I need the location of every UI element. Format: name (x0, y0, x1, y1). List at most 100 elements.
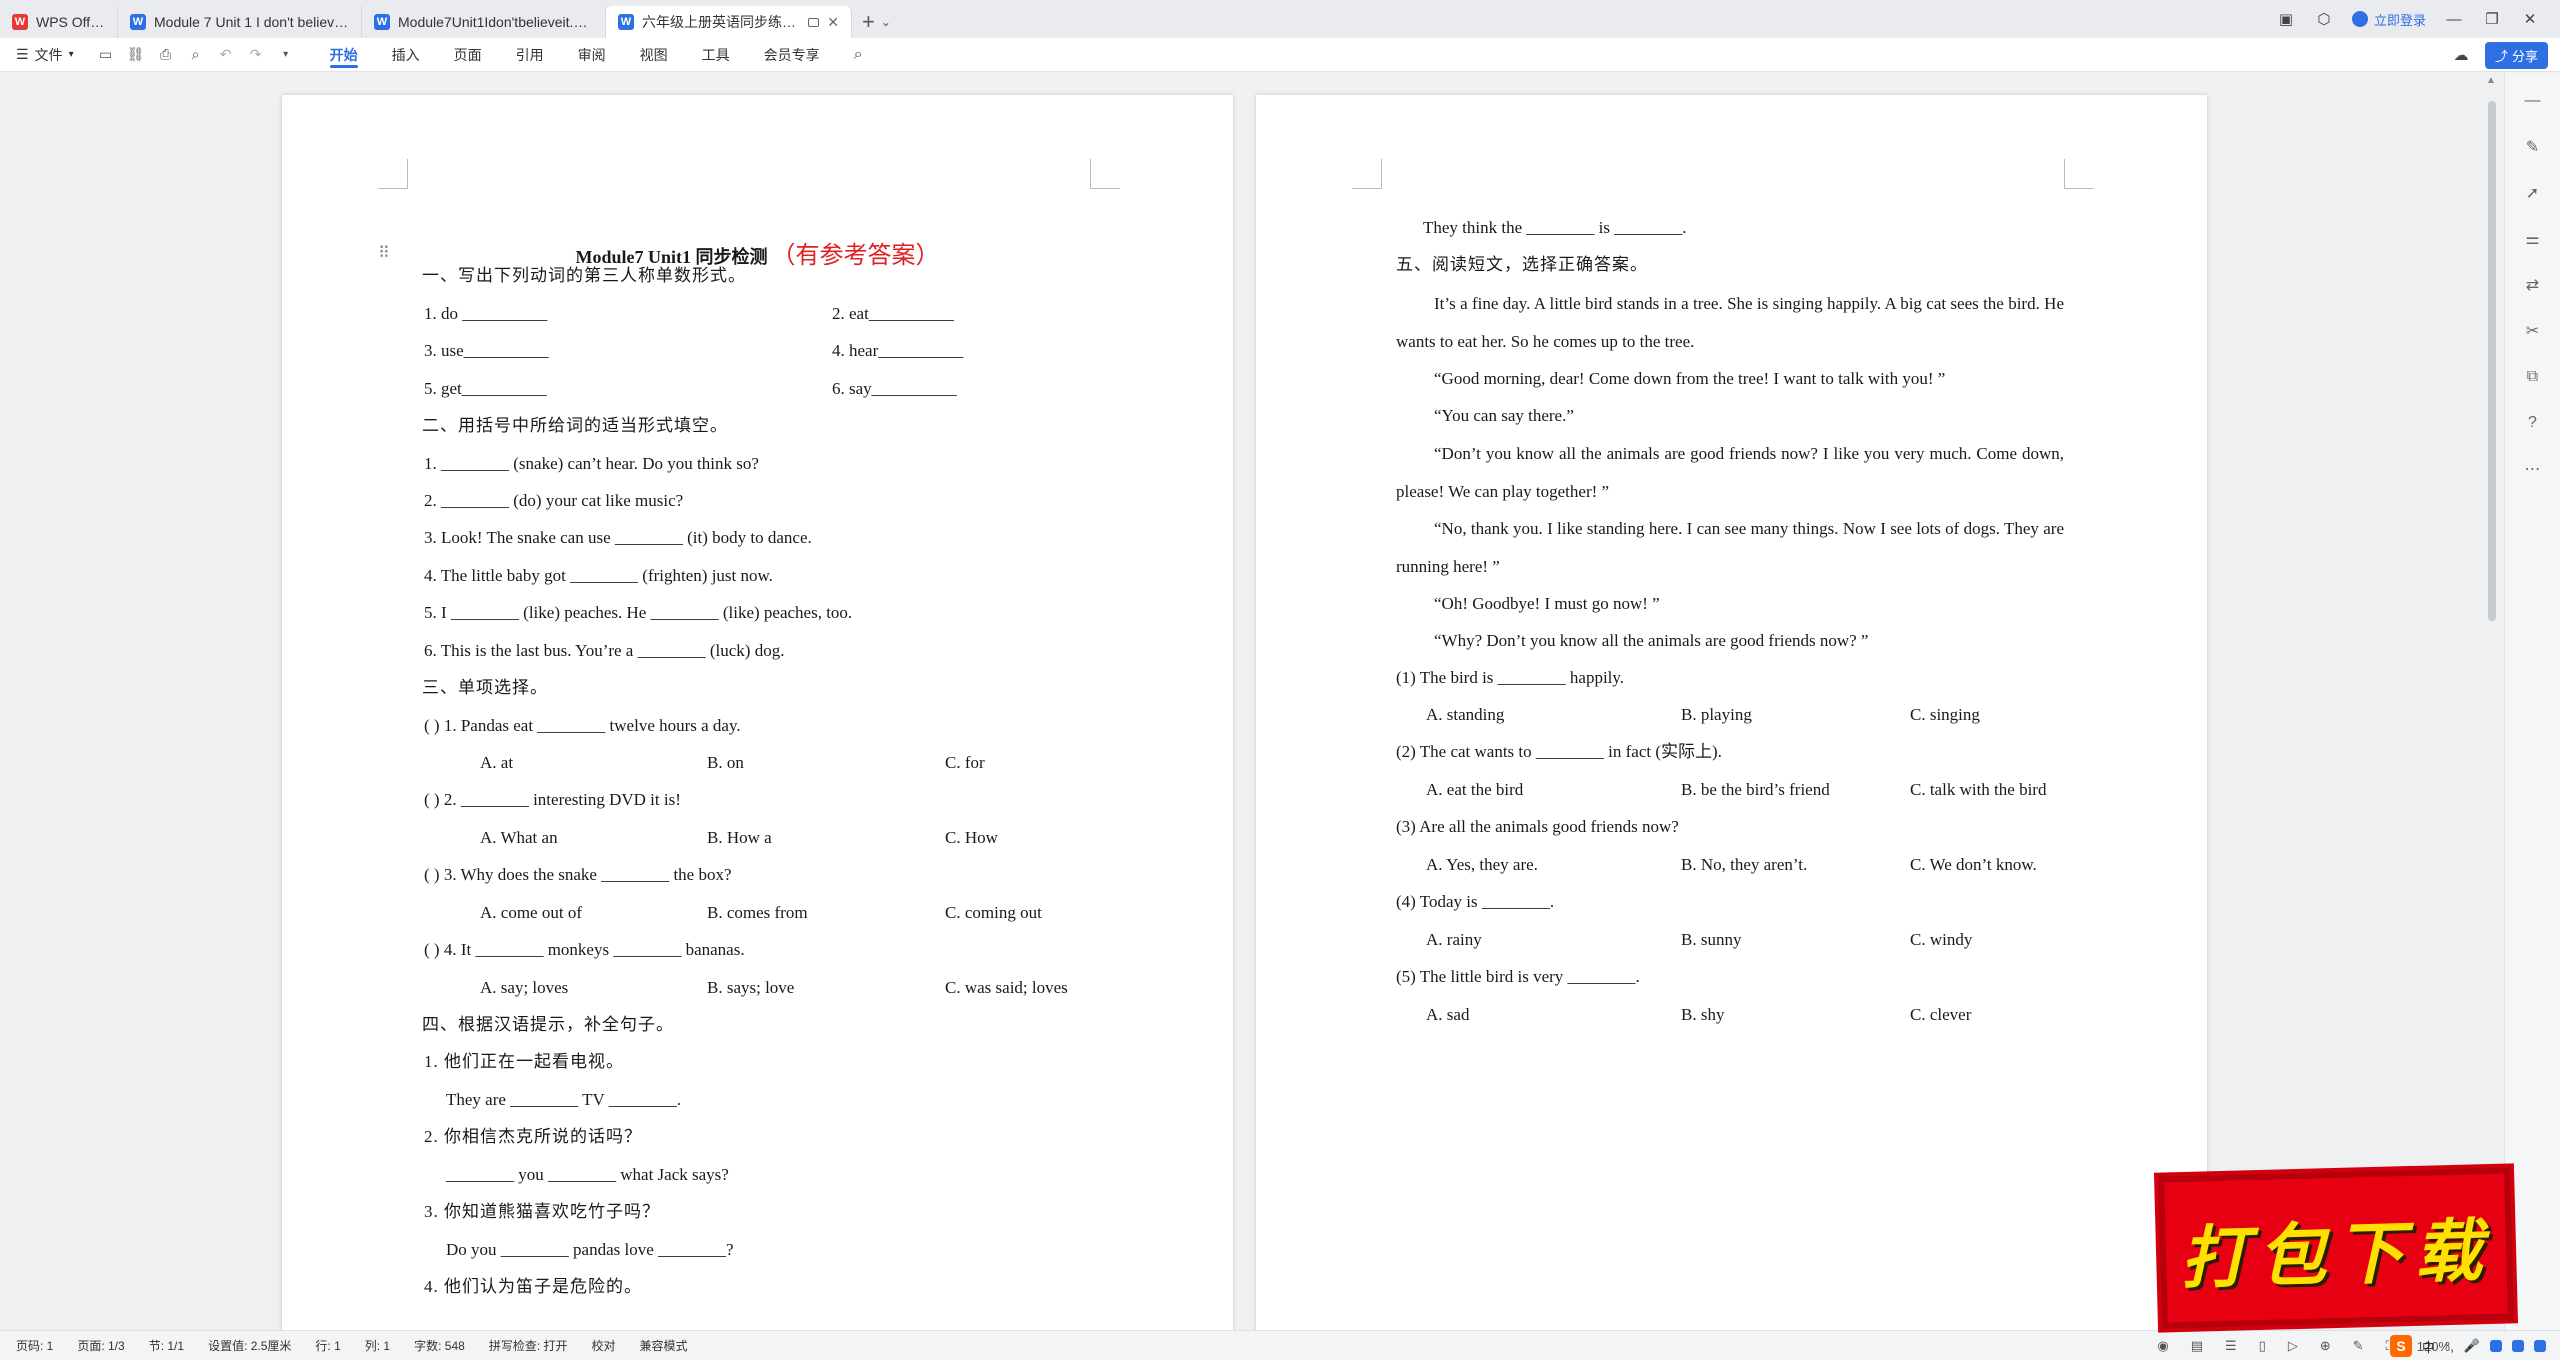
skin-icon[interactable] (2512, 1340, 2524, 1352)
verb-item: 4. hear__________ (832, 341, 964, 360)
new-tab-button[interactable]: + (862, 6, 875, 38)
word-doc-icon: W (618, 14, 634, 30)
wps-logo-icon: W (12, 14, 28, 30)
word-count[interactable]: 字数: 548 (414, 1337, 465, 1354)
verb-item: 6. say__________ (832, 379, 957, 398)
cloud-icon[interactable]: ☁ (2451, 45, 2471, 65)
reading-option: C. clever (1910, 1005, 1972, 1024)
mc-question: ( ) 4. It ________ monkeys ________ bana… (424, 940, 745, 959)
close-window-icon[interactable]: ✕ (2520, 9, 2540, 29)
help-icon[interactable]: ? (2521, 411, 2545, 435)
reading-option: A. sad (1426, 1005, 1470, 1024)
ime-chinese-mode[interactable]: 中 (2422, 1337, 2435, 1356)
vertical-scrollbar[interactable]: ▲ (2480, 73, 2504, 1330)
file-menu-button[interactable]: ☰ 文件 ▾ (16, 45, 74, 65)
tab-document-1[interactable]: W Module 7 Unit 1 I don't believe it (118, 6, 362, 38)
minimize-icon[interactable]: — (2444, 9, 2464, 29)
proofread-button[interactable]: 校对 (591, 1337, 615, 1354)
chevron-down-icon[interactable]: ⌄ (881, 6, 891, 38)
web-view-icon[interactable]: ⊕ (2320, 1338, 2331, 1354)
document-page-1[interactable]: ⠿ Module7 Unit1 同步检测 （有参考答案） 一、写出下列动词的第三人… (282, 95, 1233, 1330)
setting-value[interactable]: 设置值: 2.5厘米 (208, 1337, 291, 1354)
section-heading: 四、根据汉语提示，补全句子。 (422, 1015, 674, 1034)
monitor-icon[interactable] (808, 17, 820, 27)
page-number[interactable]: 页码: 1 (16, 1337, 53, 1354)
menu-tab[interactable]: 会员专享 (764, 38, 820, 72)
margin-mark (378, 159, 408, 189)
reading-option: C. singing (1910, 705, 1980, 724)
menu-tab[interactable]: 引用 (516, 38, 544, 72)
page-count[interactable]: 页面: 1/3 (77, 1337, 124, 1354)
translation-prompt: 2. 你相信杰克所说的话吗？ (424, 1127, 642, 1146)
print-icon[interactable]: ⎙ (158, 46, 174, 63)
translate-icon[interactable]: ⇄ (2521, 273, 2545, 297)
download-banner-text: 打包下载 (2179, 1210, 2494, 1299)
save-icon[interactable]: ▭ (98, 46, 114, 63)
close-icon[interactable]: ✕ (827, 14, 839, 31)
microphone-icon[interactable]: 🎤 (2464, 1338, 2480, 1354)
passage-paragraph: “Oh! Goodbye! I must go now! ” (1434, 594, 1660, 613)
link-icon[interactable]: ⛓ (127, 46, 145, 63)
more-icon[interactable]: ⋯ (2521, 457, 2545, 481)
redo-icon[interactable]: ↷ (248, 46, 264, 63)
page-view-icon[interactable]: ▤ (2191, 1338, 2203, 1354)
translation-answer: They are ________ TV ________. (446, 1090, 681, 1109)
tools-icon[interactable]: ✂ (2521, 319, 2545, 343)
search-icon[interactable]: ⌕ (854, 46, 863, 64)
tab-wps-office[interactable]: W WPS Office (0, 6, 118, 38)
menu-tab[interactable]: 插入 (392, 38, 420, 72)
keyboard-icon[interactable] (2490, 1340, 2502, 1352)
menu-tab[interactable]: 视图 (640, 38, 668, 72)
restore-icon[interactable]: ❐ (2482, 9, 2502, 29)
tab-document-2[interactable]: W Module7Unit1Idon'tbelieveit.随堂 (362, 6, 606, 38)
collapse-icon[interactable]: — (2521, 89, 2545, 113)
mc-option: A. What an (480, 828, 558, 847)
share-icon: ⤴ (2494, 48, 2508, 64)
cursor-icon[interactable]: ➚ (2521, 181, 2545, 205)
download-banner[interactable]: 打包下载 (2158, 1167, 2514, 1329)
verb-item: 2. eat__________ (832, 304, 954, 323)
verb-item: 1. do __________ (424, 304, 548, 323)
menu-tab[interactable]: 工具 (702, 38, 730, 72)
share-button[interactable]: ⤴ 分享 (2484, 41, 2548, 69)
word-doc-icon: W (374, 14, 390, 30)
menu-icon: ☰ (16, 46, 29, 62)
verb-item: 3. use__________ (424, 341, 549, 360)
document-workspace[interactable]: ⠿ Module7 Unit1 同步检测 （有参考答案） 一、写出下列动词的第三人… (0, 73, 2480, 1330)
document-page-2[interactable]: They think the ________ is ________. 五、阅… (1256, 95, 2207, 1330)
mc-option: A. at (480, 753, 514, 772)
reading-option: B. sunny (1681, 930, 1742, 949)
menu-tab[interactable]: 开始 (329, 38, 358, 72)
ime-punctuation[interactable]: °, (2445, 1339, 2454, 1354)
layout-icon[interactable]: ▣ (2276, 9, 2296, 29)
scroll-up-icon[interactable]: ▲ (2486, 75, 2496, 86)
cube-icon[interactable]: ⬡ (2314, 9, 2334, 29)
scroll-thumb[interactable] (2488, 101, 2496, 621)
reading-option: C. talk with the bird (1910, 780, 2047, 799)
adjust-icon[interactable]: ⚌ (2521, 227, 2545, 251)
tab-document-3[interactable]: W 六年级上册英语同步练习-mo ✕ (606, 6, 852, 38)
tab-label: Module 7 Unit 1 I don't believe it (154, 14, 349, 30)
toolbox-icon[interactable] (2534, 1340, 2546, 1352)
bookmark-icon[interactable]: ⧉ (2521, 365, 2545, 389)
sogou-ime-icon[interactable]: S (2389, 1335, 2412, 1357)
section-indicator[interactable]: 节: 1/1 (149, 1337, 184, 1354)
menu-tab[interactable]: 审阅 (578, 38, 606, 72)
read-mode-icon[interactable]: ▯ (2259, 1338, 2266, 1354)
column-indicator: 列: 1 (364, 1339, 391, 1353)
tab-label: Module7Unit1Idon'tbelieveit.随堂 (398, 14, 593, 30)
print-preview-icon[interactable]: ⌕ (188, 46, 204, 63)
eye-icon[interactable]: ◉ (2157, 1338, 2168, 1354)
undo-icon[interactable]: ↶ (218, 46, 234, 63)
reading-option: A. eat the bird (1426, 780, 1524, 799)
outline-view-icon[interactable]: ☰ (2225, 1338, 2237, 1354)
edit-icon[interactable]: ✎ (2353, 1338, 2364, 1354)
menu-tab[interactable]: 页面 (454, 38, 482, 72)
pen-icon[interactable]: ✎ (2521, 135, 2545, 159)
row-indicator: 行: 1 (315, 1339, 341, 1353)
chevron-down-icon[interactable]: ▾ (278, 47, 294, 63)
spell-check-toggle[interactable]: 拼写检查: 打开 (489, 1337, 568, 1354)
login-button[interactable]: 立即登录 (2351, 10, 2426, 29)
play-icon[interactable]: ▷ (2288, 1338, 2298, 1354)
ime-toolbar: S 中 °, 🎤 (2389, 1331, 2560, 1360)
